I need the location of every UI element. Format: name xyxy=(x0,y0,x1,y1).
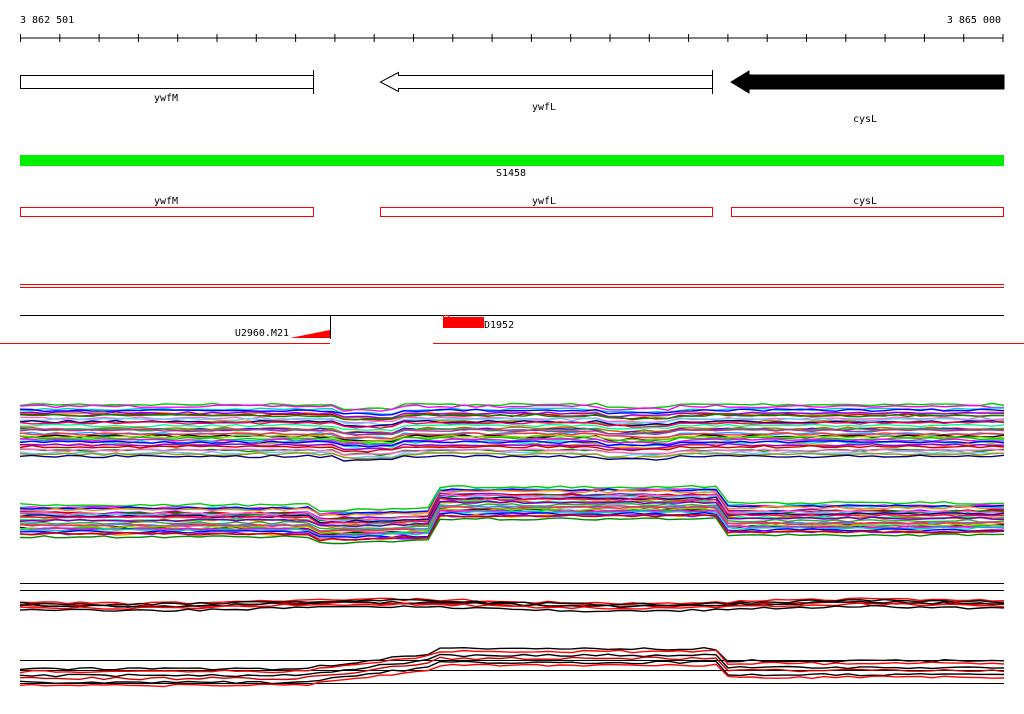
expression-profiles-b xyxy=(19,484,1005,545)
feature-U2960-M21-mark[interactable] xyxy=(290,330,330,338)
gene-model-box[interactable] xyxy=(380,207,713,217)
segment-bar[interactable] xyxy=(20,155,1004,166)
gene-ywfM[interactable]: ywfM xyxy=(20,70,314,104)
gene-model-label: cysL xyxy=(853,196,877,207)
gene-cysL[interactable]: cysL xyxy=(730,70,1005,125)
gene-model-box[interactable] xyxy=(20,207,314,217)
gene-arrow-ywfL[interactable] xyxy=(379,71,713,93)
segment-track: S1458 xyxy=(20,155,1004,179)
feature-track: U2960.M21 D1952 xyxy=(0,315,1024,344)
feature-label-D1952: D1952 xyxy=(484,320,514,331)
expression-profiles-d xyxy=(19,646,1005,688)
profile-line xyxy=(19,454,1005,462)
gene-label-cysL: cysL xyxy=(853,114,877,125)
red-separator xyxy=(20,284,1004,288)
gene-ywfL[interactable]: ywfL xyxy=(379,70,713,113)
gene-model-track: ywfM ywfL cysL xyxy=(20,196,1004,217)
gene-track: ywfM ywfL cysL xyxy=(20,70,1005,125)
ruler-end-label: 3 865 000 xyxy=(947,15,1001,26)
ruler-start-label: 3 862 501 xyxy=(20,15,74,26)
gene-arrow-ywfM[interactable] xyxy=(20,75,314,89)
profile-line xyxy=(19,646,1005,671)
feature-label-U2960-M21: U2960.M21 xyxy=(235,328,289,339)
expression-profiles-c xyxy=(19,597,1005,613)
gene-label-ywfM: ywfM xyxy=(154,93,178,104)
segment-label: S1458 xyxy=(496,168,526,179)
gene-model-label: ywfL xyxy=(532,196,556,207)
gene-model-box[interactable] xyxy=(731,207,1004,217)
expression-profiles-a xyxy=(19,402,1005,462)
gene-label-ywfL: ywfL xyxy=(532,102,556,113)
gene-model-label: ywfM xyxy=(154,196,178,207)
genome-browser-view: 3 862 501 3 865 000 ywfM ywfL cysL S1458… xyxy=(0,15,1024,688)
coordinate-ruler: 3 862 501 3 865 000 xyxy=(20,15,1004,42)
gene-arrow-cysL[interactable] xyxy=(730,70,1005,94)
feature-D1952-mark[interactable] xyxy=(443,317,484,328)
